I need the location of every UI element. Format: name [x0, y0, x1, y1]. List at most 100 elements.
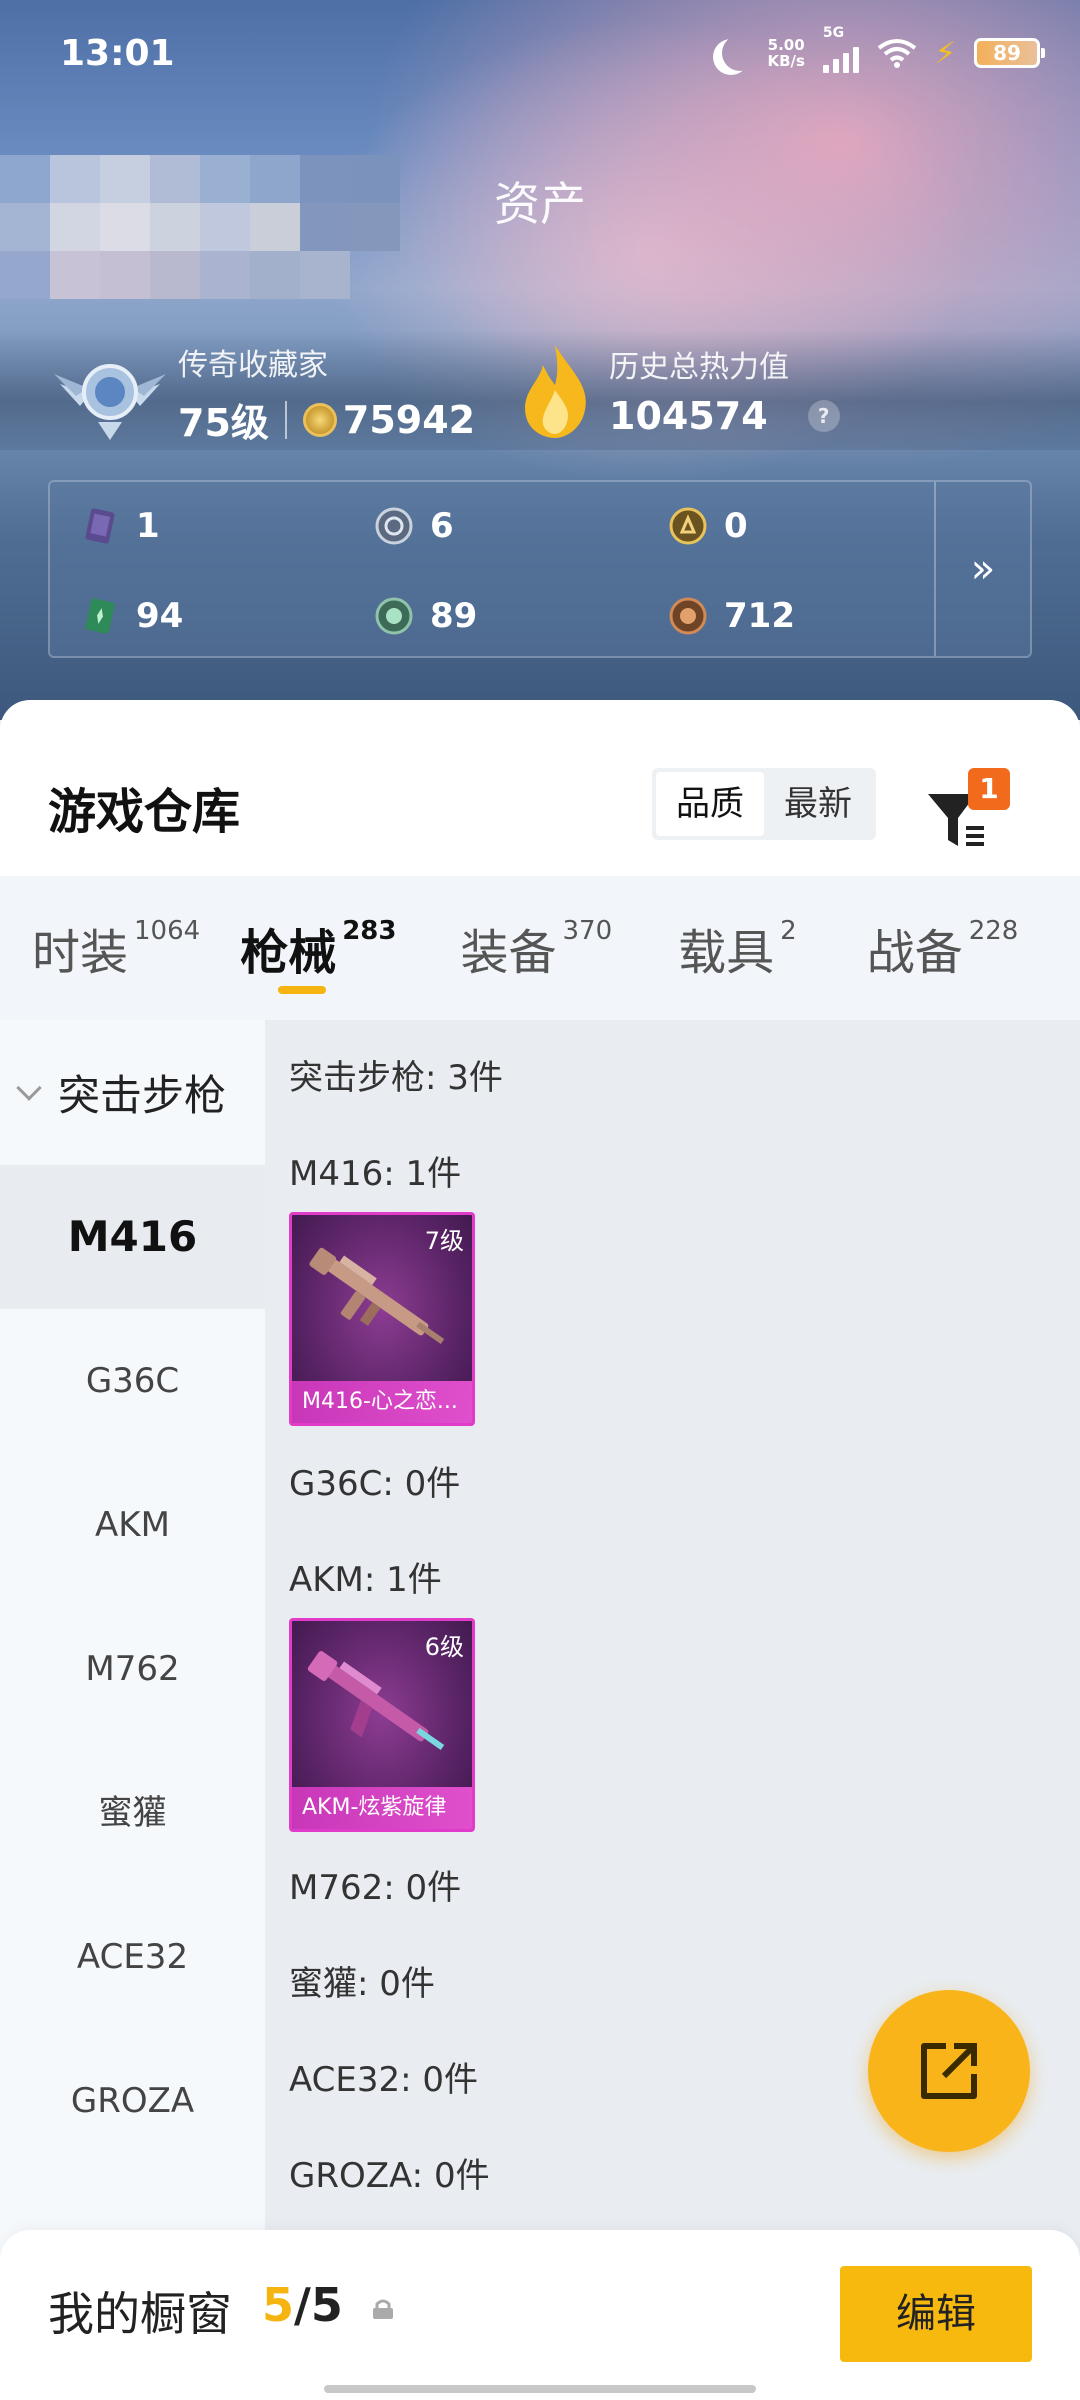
- double-chevron-right-icon[interactable]: »: [934, 482, 1030, 656]
- signal-icon: 5G: [822, 25, 859, 73]
- heat-value: 104574: [609, 394, 768, 438]
- asset-item: 712: [668, 596, 795, 636]
- tab-label: 时装: [32, 925, 129, 981]
- asset-item: 89: [374, 596, 477, 636]
- sort-toggle: 品质 最新: [652, 768, 876, 840]
- blurred-avatar: [0, 155, 400, 300]
- tab-combat-supplies[interactable]: 战备 228: [797, 876, 1019, 1020]
- group-header-g36c: G36C: 0件: [289, 1464, 461, 1504]
- weapon-level: 6级: [424, 1633, 464, 1661]
- gold-medal-icon: [669, 507, 707, 545]
- group-header-akm: AKM: 1件: [289, 1560, 442, 1600]
- coin-amount: 75942: [342, 397, 476, 442]
- tab-count: 1064: [134, 916, 201, 946]
- sort-by-newest[interactable]: 最新: [764, 772, 872, 836]
- help-icon[interactable]: ?: [807, 400, 840, 432]
- charging-icon: ⚡: [934, 35, 956, 71]
- asset-value: 6: [430, 506, 454, 546]
- wifi-icon: [877, 39, 917, 68]
- filter-button[interactable]: 1: [920, 768, 1010, 858]
- tab-count: 370: [562, 916, 613, 946]
- sidebar-item-m416[interactable]: M416: [0, 1165, 265, 1309]
- sidebar-item-groza[interactable]: GROZA: [0, 2029, 265, 2173]
- asset-value: 89: [430, 596, 478, 636]
- tab-label: 装备: [460, 925, 557, 981]
- category-tabs: 时装 1064 枪械 283 装备 370 载具 2 战备 228: [0, 876, 1080, 1020]
- share-button[interactable]: [868, 1990, 1030, 2152]
- rifle-icon: [307, 1651, 445, 1750]
- green-card-icon: [85, 598, 115, 634]
- bronze-orb-icon: [669, 597, 707, 635]
- asset-summary-panel[interactable]: 1 6 0 94 89 712 »: [48, 480, 1032, 658]
- share-external-icon: [921, 2043, 977, 2099]
- showcase-title: 我的橱窗: [48, 2287, 232, 2341]
- tab-fashion[interactable]: 时装 1064: [0, 876, 200, 1020]
- edit-button[interactable]: 编辑: [840, 2266, 1032, 2362]
- active-tab-indicator: [278, 986, 327, 994]
- sidebar-item-g36c[interactable]: G36C: [0, 1309, 265, 1453]
- legend-collector-badge-icon: [54, 363, 166, 440]
- status-bar: 13:01 5.00 KB/s 5G ⚡ 89: [60, 25, 1045, 78]
- group-header-m762: M762: 0件: [289, 1868, 462, 1908]
- asset-value: 1: [136, 506, 160, 546]
- tab-label: 枪械: [240, 925, 337, 981]
- green-orb-icon: [375, 597, 413, 635]
- rank-title: 传奇收藏家: [178, 348, 328, 383]
- tab-equipment[interactable]: 装备 370: [396, 876, 612, 1020]
- showcase-total: /5: [294, 2278, 343, 2332]
- sort-by-quality[interactable]: 品质: [656, 772, 764, 836]
- category-dropdown[interactable]: 突击步枪: [0, 1020, 265, 1165]
- asset-item: 94: [80, 596, 183, 636]
- weapon-name: AKM-炫紫旋律: [292, 1787, 472, 1829]
- group-header-honey-badger: 蜜獾: 0件: [289, 1964, 435, 2004]
- group-header-ace32: ACE32: 0件: [289, 2060, 479, 2100]
- showcase-current: 5: [262, 2278, 295, 2332]
- group-header-m416: M416: 1件: [289, 1154, 462, 1194]
- tab-count: 2: [780, 916, 797, 946]
- sidebar-item-honey-badger[interactable]: 蜜獾: [0, 1741, 265, 1885]
- asset-value: 94: [136, 596, 184, 636]
- net-speed: 5.00 KB/s: [767, 37, 804, 69]
- net-speed-unit: KB/s: [767, 52, 805, 70]
- chevron-down-icon: [16, 1074, 42, 1101]
- heat-label: 历史总热力值: [609, 350, 789, 385]
- player-level: 75级: [178, 401, 269, 445]
- asset-value: 0: [724, 506, 748, 546]
- battery-indicator: 89: [974, 38, 1045, 68]
- weapon-card[interactable]: 6级 AKM-炫紫旋律: [289, 1618, 475, 1832]
- network-type: 5G: [822, 25, 845, 41]
- sidebar-item-akm[interactable]: AKM: [0, 1453, 265, 1597]
- tab-count: 228: [968, 916, 1019, 946]
- weapon-level: 7级: [424, 1227, 464, 1255]
- tab-count: 283: [342, 916, 397, 946]
- category-label: 突击步枪: [58, 1071, 227, 1120]
- weapon-name: M416-心之恋...: [292, 1381, 472, 1423]
- tab-firearms[interactable]: 枪械 283: [200, 876, 396, 1020]
- silver-medal-icon: [375, 507, 413, 545]
- flame-icon: [525, 345, 586, 438]
- header-background: 13:01 5.00 KB/s 5G ⚡ 89 资产 传奇收藏家 75级 759…: [0, 0, 1080, 720]
- asset-item: 0: [668, 506, 748, 546]
- heat-section: 历史总热力值 104574 ?: [515, 340, 840, 440]
- purple-card-icon: [85, 508, 115, 544]
- category-summary: 突击步枪: 3件: [289, 1058, 503, 1098]
- sidebar-item-ace32[interactable]: ACE32: [0, 1885, 265, 2029]
- showcase-bar: 我的橱窗 5/5 编辑: [0, 2230, 1080, 2400]
- tab-vehicles[interactable]: 载具 2: [612, 876, 797, 1020]
- tab-label: 战备: [866, 925, 963, 981]
- asset-item: 1: [80, 506, 160, 546]
- filter-count-badge: 1: [968, 768, 1010, 810]
- status-time: 13:01: [60, 32, 175, 74]
- asset-item: 6: [374, 506, 454, 546]
- showcase-count: 5/5: [262, 2278, 343, 2332]
- lock-icon: [373, 2299, 393, 2319]
- divider: [284, 400, 287, 439]
- warehouse-card: 游戏仓库 品质 最新 1 时装 1064 枪械 283 装备 370 载具 2 战备 22…: [0, 700, 1080, 2400]
- sidebar-item-m762[interactable]: M762: [0, 1597, 265, 1741]
- weapon-card[interactable]: 7级 M416-心之恋...: [289, 1212, 475, 1426]
- tab-label: 载具: [678, 925, 775, 981]
- rifle-icon: [309, 1247, 445, 1344]
- profile-section: 传奇收藏家 75级 75942: [50, 340, 475, 447]
- weapon-sidebar: 突击步枪 M416 G36C AKM M762 蜜獾 ACE32 GROZA: [0, 1020, 265, 2280]
- home-indicator[interactable]: [324, 2385, 756, 2393]
